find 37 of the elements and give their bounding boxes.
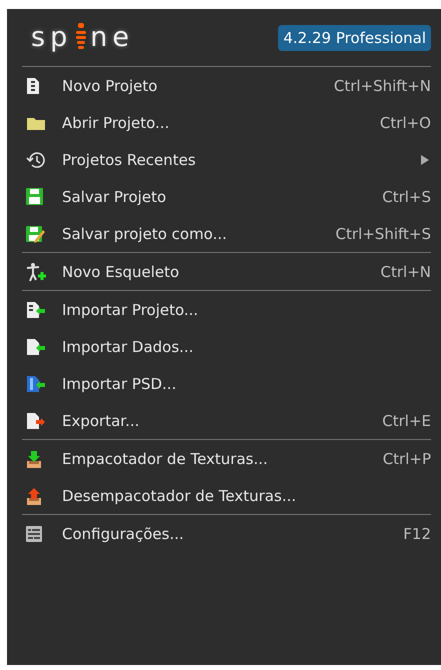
shortcut-text: Ctrl+P — [382, 450, 431, 468]
menu-item[interactable]: Salvar projeto como... Ctrl+Shift+S — [15, 215, 431, 252]
shortcut-text: Ctrl+Shift+N — [334, 76, 431, 94]
logo-text: ne — [90, 22, 134, 53]
shortcut-text: Ctrl+E — [382, 412, 431, 430]
import-icon — [26, 338, 46, 356]
export-icon — [26, 412, 46, 430]
document-icon — [26, 76, 40, 94]
shortcut-text: F12 — [403, 524, 431, 542]
menu-item[interactable]: Configurações... F12 — [15, 515, 431, 552]
menu-item[interactable]: Novo Projeto Ctrl+Shift+N — [15, 67, 431, 104]
version-badge: 4.2.29 Professional — [278, 24, 431, 50]
skeleton-add-icon — [26, 262, 46, 282]
import-icon — [26, 300, 46, 318]
submenu-arrow-icon — [421, 154, 429, 164]
unpack-icon — [26, 486, 42, 504]
history-icon — [26, 150, 46, 170]
shortcut-text: Ctrl+N — [380, 262, 431, 280]
menu-item[interactable]: Importar PSD... — [15, 365, 431, 402]
save-icon — [26, 188, 43, 205]
menu-item[interactable]: Importar Projeto... — [15, 291, 431, 328]
menu-item[interactable]: Desempacotador de Texturas... — [15, 477, 431, 514]
pack-icon — [26, 450, 42, 468]
menu-item[interactable]: Exportar... Ctrl+E — [15, 402, 431, 439]
menu-item[interactable]: Projetos Recentes — [15, 141, 431, 178]
psd-import-icon — [26, 374, 46, 392]
menu-item[interactable]: Abrir Projeto... Ctrl+O — [15, 104, 431, 141]
shortcut-text: Ctrl+O — [380, 114, 431, 132]
save-as-icon — [26, 224, 46, 242]
shortcut-text: Ctrl+S — [382, 188, 431, 206]
menu-item[interactable]: Empacotador de Texturas... Ctrl+P — [15, 440, 431, 477]
menu-item[interactable]: Novo Esqueleto Ctrl+N — [15, 253, 431, 290]
shortcut-text: Ctrl+Shift+S — [336, 224, 431, 242]
settings-icon — [26, 526, 42, 542]
menu-item[interactable]: Salvar Projeto Ctrl+S — [15, 178, 431, 215]
menu-item[interactable]: Importar Dados... — [15, 328, 431, 365]
logo-text: sp — [31, 22, 72, 53]
